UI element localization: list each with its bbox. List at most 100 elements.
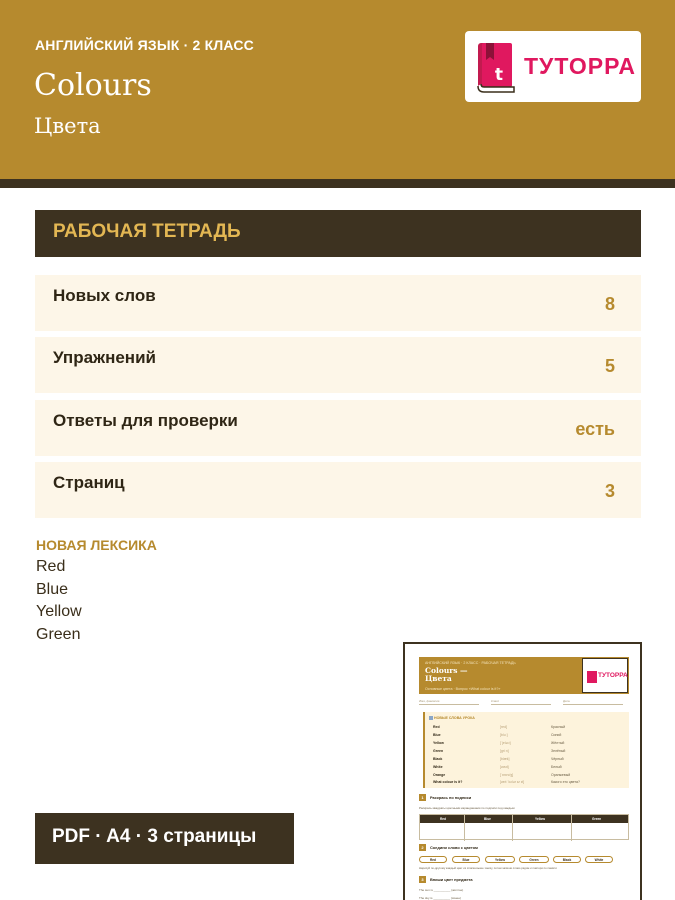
preview-title: Colours — Цвета [425,667,468,683]
preview-translation: Зелёный [551,749,566,753]
preview-word: Red [433,725,440,729]
preview-task-1: 1 Раскрась по подписи [419,794,471,801]
brand-name: ТУТОРРА [524,53,636,79]
vocab-word: Yellow [36,603,82,620]
stat-label: Страниц [53,473,125,492]
preview-translation: Жёлтый [551,741,565,745]
format-badge: PDF · A4 · 3 страницы [35,813,294,864]
preview-color-table: Red Blue Yellow Green [419,814,629,841]
book-logo-icon [587,671,597,683]
table-header-cell: Yellow [535,817,545,821]
stat-value: 5 [604,356,615,376]
preview-task-3: 3 Впиши цвет предмета [419,876,473,883]
stat-exercises: Упражнений 5 [35,337,641,393]
preview-transcription: [wɒt ˈkʌlər ɪz ɪt] [500,780,525,784]
task-number-badge: 2 [419,844,426,851]
preview-word: What colour is it? [433,780,463,784]
preview-field: Имя, фамилия [419,699,479,705]
stat-label: Ответы для проверки [53,411,238,430]
preview-chip: White [585,856,613,863]
stat-new-words: Новых слов 8 [35,275,641,331]
preview-task-line: The sun is __________ (жёлтое) [419,888,464,892]
preview-tagline: Основные цвета · Вопрос «What colour is … [425,687,501,691]
vocab-heading: НОВАЯ ЛЕКСИКА [36,537,157,553]
preview-word: Black [433,757,443,761]
page-subtitle: Цвета [34,114,101,138]
preview-word: Orange [433,773,446,777]
preview-vocab-row: Orange [ˈɒrɪndʒ] Оранжевый [433,773,628,780]
preview-word: White [433,765,443,769]
stat-value: 3 [604,481,615,501]
vocab-word: Red [36,558,66,575]
stat-value: 8 [604,294,615,314]
preview-translation: Оранжевый [551,773,571,777]
preview-translation: Чёрный [551,757,564,761]
preview-vocab-box: НОВЫЕ СЛОВА УРОКА Red [red] Красный Blue… [423,712,629,788]
preview-chip: Red [419,856,447,863]
preview-translation: Синий [551,733,562,737]
preview-transcription: [ˈɒrɪndʒ] [500,773,514,777]
preview-translation: Красный [551,725,566,729]
header-divider [0,179,675,188]
preview-chip: Green [519,856,549,863]
vocab-square-icon [429,716,433,720]
preview-vocab-row: What colour is it? [wɒt ˈkʌlər ɪz ɪt] Ка… [433,780,628,787]
preview-task-text: Раскрась квадраты цветными карандашами п… [419,806,515,810]
stat-answers: Ответы для проверки есть [35,400,641,456]
preview-vocab-title: НОВЫЕ СЛОВА УРОКА [434,716,475,720]
preview-translation: Белый [551,765,562,769]
preview-translation: Какого это цвета? [551,780,580,784]
preview-task-text: Нарисуй по-другому каждый цвет из списка… [419,866,557,870]
preview-transcription: [ɡriːn] [500,749,509,753]
stat-pages: Страниц 3 [35,462,641,518]
table-header-cell: Blue [484,817,491,821]
preview-chips: Red Blue Yellow Green Black White [419,856,631,864]
format-label: PDF · A4 · 3 страницы [52,826,257,847]
preview-task-line: The sky is __________ (синее) [419,896,462,900]
preview-vocab-row: Black [blæk] Чёрный [433,757,628,764]
preview-word: Green [433,749,444,753]
preview-chip: Black [553,856,581,863]
preview-vocab-row: White [waɪt] Белый [433,765,628,772]
table-header-cell: Green [592,817,602,821]
preview-field: Класс [491,699,551,705]
preview-vocab-row: Yellow [ˈjeləʊ] Жёлтый [433,741,628,748]
worksheet-preview[interactable]: АНГЛИЙСКИЙ ЯЗЫК · 2 КЛАСС · РАБОЧАЯ ТЕТР… [403,642,642,900]
preview-transcription: [bluː] [500,733,508,737]
task-number-badge: 3 [419,876,426,883]
preview-chip: Blue [452,856,480,863]
task-number-badge: 1 [419,794,426,801]
preview-word: Yellow [433,741,444,745]
preview-field: Дата [563,699,623,705]
preview-transcription: [blæk] [500,757,510,761]
vocab-word: Blue [36,580,69,598]
header: АНГЛИЙСКИЙ ЯЗЫК · 2 КЛАСС Colours Цвета … [0,0,675,179]
svg-text:t: t [495,65,503,85]
preview-table-header: Red Blue Yellow Green [420,815,628,823]
preview-vocab-row: Green [ɡriːn] Зелёный [433,749,628,756]
preview-transcription: [red] [500,725,508,729]
preview-transcription: [waɪt] [500,765,509,769]
task-title: Соедини слово с цветом [430,845,478,850]
workbook-banner: РАБОЧАЯ ТЕТРАДЬ [35,210,641,257]
vocab-word: Green [36,625,81,643]
page-title: Colours [34,68,152,103]
preview-transcription: [ˈjeləʊ] [500,741,511,745]
stat-label: Новых слов [53,286,156,305]
preview-brand-name: ТУТОРРА [598,672,628,679]
preview-vocab-row: Red [red] Красный [433,725,628,732]
preview-subtitle: АНГЛИЙСКИЙ ЯЗЫК · 2 КЛАСС · РАБОЧАЯ ТЕТР… [425,661,516,665]
stat-value: есть [575,419,615,439]
table-header-cell: Red [440,817,447,821]
subject-label: АНГЛИЙСКИЙ ЯЗЫК · 2 КЛАСС [35,37,254,53]
task-title: Впиши цвет предмета [430,877,473,882]
preview-title-line: Цвета [425,674,452,683]
preview-task-2: 2 Соедини слово с цветом [419,844,478,851]
banner-label: РАБОЧАЯ ТЕТРАДЬ [53,221,241,242]
preview-fields: Имя, фамилия Класс Дата [419,699,629,707]
book-logo-icon: t [477,43,515,93]
brand-logo[interactable]: t ТУТОРРА [465,31,641,102]
preview-word: Blue [433,733,441,737]
vocab-list: Red Blue Yellow Green [36,556,82,646]
task-title: Раскрась по подписи [430,795,472,800]
